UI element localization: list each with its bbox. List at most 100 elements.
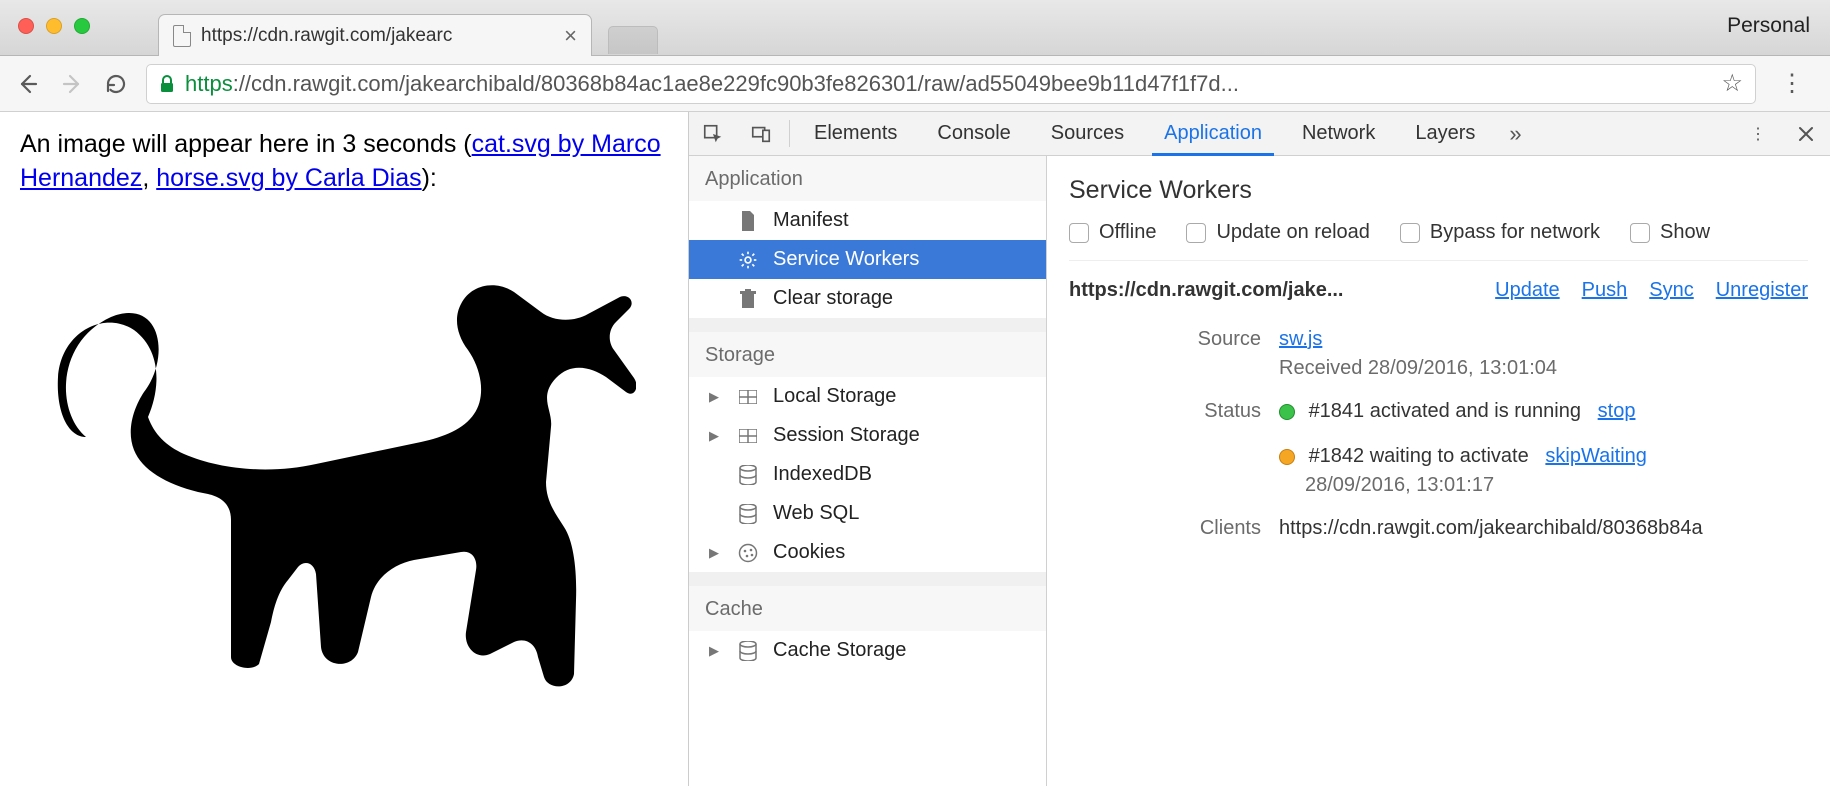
checkbox[interactable]	[1186, 223, 1206, 243]
sidebar-item-cache-storage[interactable]: ▶ Cache Storage	[689, 631, 1046, 670]
devtools-close-button[interactable]	[1782, 125, 1830, 143]
devtools-tab-application[interactable]: Application	[1144, 112, 1282, 155]
caret-icon: ▶	[709, 428, 719, 444]
devtools-tab-sources[interactable]: Sources	[1031, 112, 1144, 155]
sw-status-time: 28/09/2016, 13:01:17	[1279, 474, 1808, 497]
sw-opt-offline[interactable]: Offline	[1069, 221, 1156, 244]
grid-icon	[737, 386, 759, 408]
gear-icon	[737, 249, 759, 271]
sidebar-item-clear-storage[interactable]: Clear storage	[689, 279, 1046, 318]
database-icon	[737, 640, 759, 662]
status-dot-green-icon	[1279, 404, 1295, 420]
service-workers-pane: Service Workers Offline Update on reload…	[1047, 156, 1830, 786]
caret-icon: ▶	[709, 643, 719, 659]
label-source: Source	[1069, 328, 1279, 351]
sw-action-sync[interactable]: Sync	[1649, 279, 1693, 302]
sw-skipwaiting-link[interactable]: skipWaiting	[1545, 445, 1647, 467]
label-clients: Clients	[1069, 517, 1279, 540]
sidebar-item-label: Web SQL	[773, 502, 859, 525]
link-horse-svg[interactable]: horse.svg by Carla Dias	[156, 164, 421, 192]
sw-source-link[interactable]: sw.js	[1279, 328, 1322, 350]
sidebar-item-label: Manifest	[773, 209, 849, 232]
sw-action-update[interactable]: Update	[1495, 279, 1560, 302]
sidebar-item-label: IndexedDB	[773, 463, 872, 486]
database-icon	[737, 464, 759, 486]
device-toolbar-button[interactable]	[737, 112, 785, 155]
close-window-button[interactable]	[18, 18, 34, 34]
bookmark-star-icon[interactable]: ☆	[1721, 69, 1743, 98]
label-status: Status	[1069, 400, 1279, 423]
profile-label[interactable]: Personal	[1727, 14, 1810, 38]
application-sidebar: Application Manifest Service Workers Cle…	[689, 156, 1047, 786]
sw-opt-update-on-reload[interactable]: Update on reload	[1186, 221, 1369, 244]
devtools-tab-elements[interactable]: Elements	[794, 112, 917, 155]
checkbox[interactable]	[1400, 223, 1420, 243]
document-icon	[737, 210, 759, 232]
sw-status-row: #1842 waiting to activate skipWaiting 28…	[1279, 445, 1808, 497]
window-titlebar: https://cdn.rawgit.com/jakearc × Persona…	[0, 0, 1830, 56]
minimize-window-button[interactable]	[46, 18, 62, 34]
devtools-panel: Elements Console Sources Application Net…	[688, 112, 1830, 786]
lock-icon	[159, 75, 175, 93]
cat-image	[16, 202, 668, 702]
devtools-tab-console[interactable]: Console	[917, 112, 1030, 155]
checkbox[interactable]	[1630, 223, 1650, 243]
sw-status-row: #1841 activated and is running stop	[1279, 400, 1808, 423]
browser-toolbar: https://cdn.rawgit.com/jakearchibald/803…	[0, 56, 1830, 112]
database-icon	[737, 503, 759, 525]
sidebar-item-service-workers[interactable]: Service Workers	[689, 240, 1046, 279]
devtools-tab-layers[interactable]: Layers	[1395, 112, 1495, 155]
sw-opt-show[interactable]: Show	[1630, 221, 1710, 244]
browser-menu-button[interactable]: ⋮	[1774, 69, 1810, 98]
checkbox[interactable]	[1069, 223, 1089, 243]
trash-icon	[737, 288, 759, 310]
sw-scope: https://cdn.rawgit.com/jake...	[1069, 279, 1344, 302]
sw-action-unregister[interactable]: Unregister	[1716, 279, 1808, 302]
address-bar[interactable]: https://cdn.rawgit.com/jakearchibald/803…	[146, 64, 1756, 104]
sw-stop-link[interactable]: stop	[1598, 400, 1636, 422]
sw-action-push[interactable]: Push	[1582, 279, 1628, 302]
sidebar-item-label: Clear storage	[773, 287, 893, 310]
sidebar-item-cookies[interactable]: ▶ Cookies	[689, 533, 1046, 572]
sidebar-item-label: Service Workers	[773, 248, 919, 271]
sidebar-group-application: Application	[689, 156, 1046, 201]
tab-title: https://cdn.rawgit.com/jakearc	[201, 25, 452, 47]
sidebar-item-label: Cache Storage	[773, 639, 906, 662]
sidebar-item-manifest[interactable]: Manifest	[689, 201, 1046, 240]
inspect-element-button[interactable]	[689, 112, 737, 155]
devtools-tabbar: Elements Console Sources Application Net…	[689, 112, 1830, 156]
cookie-icon	[737, 542, 759, 564]
sidebar-item-indexeddb[interactable]: IndexedDB	[689, 455, 1046, 494]
status-dot-orange-icon	[1279, 449, 1295, 465]
sidebar-item-label: Local Storage	[773, 385, 896, 408]
sw-source-received: Received 28/09/2016, 13:01:04	[1279, 357, 1808, 380]
sw-clients-value: https://cdn.rawgit.com/jakearchibald/803…	[1279, 517, 1808, 540]
sw-options-row: Offline Update on reload Bypass for netw…	[1069, 221, 1808, 261]
traffic-lights	[18, 18, 90, 34]
sw-opt-bypass-for-network[interactable]: Bypass for network	[1400, 221, 1600, 244]
devtools-tabs-overflow[interactable]: »	[1495, 112, 1535, 155]
forward-button[interactable]	[60, 72, 86, 96]
sidebar-group-cache: Cache	[689, 586, 1046, 631]
pane-heading: Service Workers	[1069, 176, 1808, 205]
sidebar-item-session-storage[interactable]: ▶ Session Storage	[689, 416, 1046, 455]
devtools-tab-network[interactable]: Network	[1282, 112, 1395, 155]
tab-close-button[interactable]: ×	[564, 23, 577, 49]
url-text: https://cdn.rawgit.com/jakearchibald/803…	[185, 71, 1239, 97]
sidebar-item-web-sql[interactable]: Web SQL	[689, 494, 1046, 533]
back-button[interactable]	[16, 72, 42, 96]
sidebar-item-label: Session Storage	[773, 424, 920, 447]
zoom-window-button[interactable]	[74, 18, 90, 34]
reload-button[interactable]	[104, 72, 128, 96]
page-text: An image will appear here in 3 seconds (	[20, 130, 472, 158]
sidebar-group-storage: Storage	[689, 332, 1046, 377]
sidebar-item-label: Cookies	[773, 541, 845, 564]
caret-icon: ▶	[709, 389, 719, 405]
sidebar-item-local-storage[interactable]: ▶ Local Storage	[689, 377, 1046, 416]
grid-icon	[737, 425, 759, 447]
devtools-menu-button[interactable]: ⋮	[1734, 124, 1782, 144]
new-tab-button[interactable]	[608, 26, 658, 54]
browser-tab[interactable]: https://cdn.rawgit.com/jakearc ×	[158, 14, 592, 56]
page-content: An image will appear here in 3 seconds (…	[0, 112, 688, 786]
caret-icon: ▶	[709, 545, 719, 561]
